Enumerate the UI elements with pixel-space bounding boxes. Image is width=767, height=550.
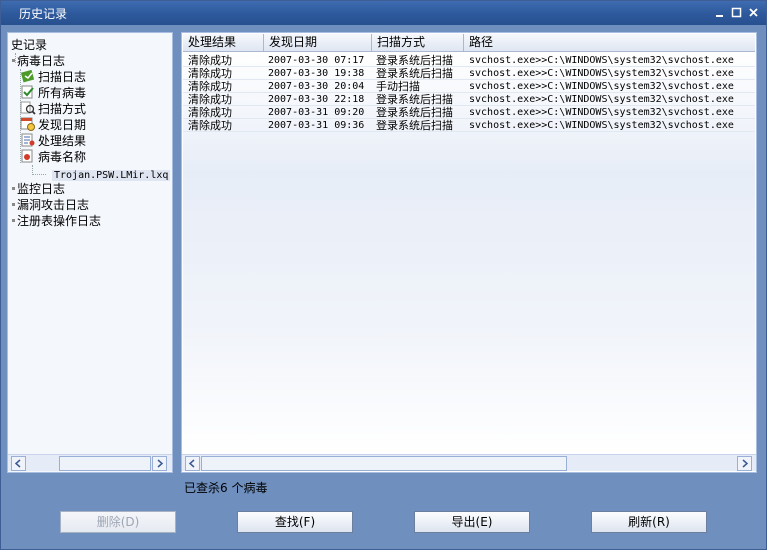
tree-item-label: 病毒日志 xyxy=(17,54,66,68)
tree-item-result[interactable]: 处理结果 xyxy=(20,133,86,149)
tree-item-scan-method[interactable]: 扫描方式 xyxy=(20,101,86,117)
log-tree: 史记录 病毒日志 扫描日志 所有病毒 扫描方式 发现日期 处理结果 病毒名称 T… xyxy=(8,33,172,453)
table-row[interactable]: 清除成功 2007-03-30 20:04 手动扫描 svchost.exe>>… xyxy=(183,80,755,93)
cell-date: 2007-03-30 19:38 xyxy=(268,68,365,79)
scroll-right-button[interactable] xyxy=(737,456,752,471)
tree-item-label: 病毒名称 xyxy=(38,150,87,164)
close-button[interactable] xyxy=(747,6,760,19)
cell-scan-method: 登录系统后扫描 xyxy=(376,106,453,119)
tree-item-trojan[interactable]: Trojan.PSW.LMir.lxq xyxy=(52,166,171,182)
column-header-scan-method[interactable]: 扫描方式 xyxy=(372,34,464,51)
virus-name-icon xyxy=(20,149,36,163)
tree-item-scan-log[interactable]: 扫描日志 xyxy=(20,69,86,85)
bullet-icon xyxy=(12,203,15,206)
cell-scan-method: 登录系统后扫描 xyxy=(376,54,453,67)
table-row[interactable]: 清除成功 2007-03-30 07:17 登录系统后扫描 svchost.ex… xyxy=(183,54,755,67)
log-tree-pane: 史记录 病毒日志 扫描日志 所有病毒 扫描方式 发现日期 处理结果 病毒名称 T… xyxy=(7,32,173,473)
tree-item-label: 发现日期 xyxy=(38,118,87,132)
tree-item-label: 所有病毒 xyxy=(38,86,87,100)
tree-item-exploit-log[interactable]: 漏洞攻击日志 xyxy=(12,197,89,213)
cell-result: 清除成功 xyxy=(188,119,232,132)
column-header-path[interactable]: 路径 xyxy=(464,34,755,51)
cell-result: 清除成功 xyxy=(188,67,232,80)
tree-item-registry-log[interactable]: 注册表操作日志 xyxy=(12,213,101,229)
tree-horizontal-scrollbar[interactable] xyxy=(8,454,172,471)
bullet-icon xyxy=(12,219,15,222)
cell-date: 2007-03-30 07:17 xyxy=(268,55,365,66)
table-row[interactable]: 清除成功 2007-03-30 19:38 登录系统后扫描 svchost.ex… xyxy=(183,67,755,80)
cell-result: 清除成功 xyxy=(188,93,232,106)
export-button[interactable]: 导出(E) xyxy=(414,511,530,533)
scroll-left-button[interactable] xyxy=(11,456,26,471)
minimize-button[interactable] xyxy=(713,6,726,19)
chevron-left-icon xyxy=(14,459,21,468)
find-button[interactable]: 查找(F) xyxy=(237,511,353,533)
cell-date: 2007-03-31 09:36 xyxy=(268,120,365,131)
chevron-right-icon xyxy=(157,459,164,468)
maximize-icon xyxy=(731,7,742,18)
magnifier-icon xyxy=(20,101,36,115)
title-bar[interactable]: 历史记录 xyxy=(1,1,766,25)
window-title: 历史记录 xyxy=(19,7,68,21)
virus-log-list: 处理结果 发现日期 扫描方式 路径 清除成功 2007-03-30 07:17 … xyxy=(181,32,757,473)
bullet-icon xyxy=(12,59,15,62)
delete-button[interactable]: 删除(D) xyxy=(60,511,176,533)
maximize-button[interactable] xyxy=(730,6,743,19)
cell-path: svchost.exe>>C:\WINDOWS\system32\svchost… xyxy=(469,94,734,105)
bullet-icon xyxy=(12,187,15,190)
cell-date: 2007-03-31 09:20 xyxy=(268,107,365,118)
cell-path: svchost.exe>>C:\WINDOWS\system32\svchost… xyxy=(469,120,734,131)
table-row[interactable]: 清除成功 2007-03-31 09:36 登录系统后扫描 svchost.ex… xyxy=(183,119,755,132)
minimize-icon xyxy=(716,15,723,17)
tree-item-found-date[interactable]: 发现日期 xyxy=(20,117,86,133)
tree-root[interactable]: 史记录 xyxy=(11,37,47,53)
tree-item-label: 处理结果 xyxy=(38,134,87,148)
scroll-thumb[interactable] xyxy=(59,456,151,471)
scroll-left-button[interactable] xyxy=(185,456,200,471)
cell-result: 清除成功 xyxy=(188,80,232,93)
all-virus-icon xyxy=(20,85,36,99)
cell-result: 清除成功 xyxy=(188,54,232,67)
table-row[interactable]: 清除成功 2007-03-31 09:20 登录系统后扫描 svchost.ex… xyxy=(183,106,755,119)
scroll-right-button[interactable] xyxy=(152,456,167,471)
history-window: 历史记录 史记录 病毒日志 扫描日志 所有病毒 扫描方式 发现日期 处理结果 病… xyxy=(0,0,767,550)
tree-item-label: Trojan.PSW.LMir.lxq xyxy=(52,170,171,181)
list-horizontal-scrollbar[interactable] xyxy=(182,454,756,471)
tree-root-label: 史记录 xyxy=(11,38,48,52)
tree-item-virus-name[interactable]: 病毒名称 xyxy=(20,149,86,165)
cell-path: svchost.exe>>C:\WINDOWS\system32\svchost… xyxy=(469,81,734,92)
tree-item-label: 注册表操作日志 xyxy=(17,214,102,228)
scroll-thumb[interactable] xyxy=(201,456,567,471)
cell-date: 2007-03-30 22:18 xyxy=(268,94,365,105)
tree-item-label: 监控日志 xyxy=(17,182,66,196)
close-icon xyxy=(749,8,758,17)
tree-item-label: 扫描方式 xyxy=(38,102,87,116)
result-icon xyxy=(20,133,36,147)
status-text: 已查杀6 个病毒 xyxy=(184,481,268,495)
cell-scan-method: 登录系统后扫描 xyxy=(376,119,453,132)
tree-item-monitor-log[interactable]: 监控日志 xyxy=(12,181,65,197)
cell-scan-method: 手动扫描 xyxy=(376,80,420,93)
cell-path: svchost.exe>>C:\WINDOWS\system32\svchost… xyxy=(469,107,734,118)
column-header-date[interactable]: 发现日期 xyxy=(264,34,372,51)
refresh-button[interactable]: 刷新(R) xyxy=(591,511,707,533)
tree-item-virus-log[interactable]: 病毒日志 xyxy=(12,53,65,69)
cell-result: 清除成功 xyxy=(188,106,232,119)
list-header: 处理结果 发现日期 扫描方式 路径 xyxy=(183,34,755,52)
table-row[interactable]: 清除成功 2007-03-30 22:18 登录系统后扫描 svchost.ex… xyxy=(183,93,755,106)
chevron-right-icon xyxy=(742,459,749,468)
tree-item-label: 扫描日志 xyxy=(38,70,87,84)
tree-item-label: 漏洞攻击日志 xyxy=(17,198,90,212)
cell-date: 2007-03-30 20:04 xyxy=(268,81,365,92)
column-header-result[interactable]: 处理结果 xyxy=(183,34,264,51)
calendar-icon xyxy=(20,117,36,131)
chevron-left-icon xyxy=(188,459,195,468)
cell-scan-method: 登录系统后扫描 xyxy=(376,93,453,106)
tree-item-all-virus[interactable]: 所有病毒 xyxy=(20,85,86,101)
cell-path: svchost.exe>>C:\WINDOWS\system32\svchost… xyxy=(469,68,734,79)
scan-log-icon xyxy=(20,69,36,83)
cell-scan-method: 登录系统后扫描 xyxy=(376,67,453,80)
cell-path: svchost.exe>>C:\WINDOWS\system32\svchost… xyxy=(469,55,734,66)
